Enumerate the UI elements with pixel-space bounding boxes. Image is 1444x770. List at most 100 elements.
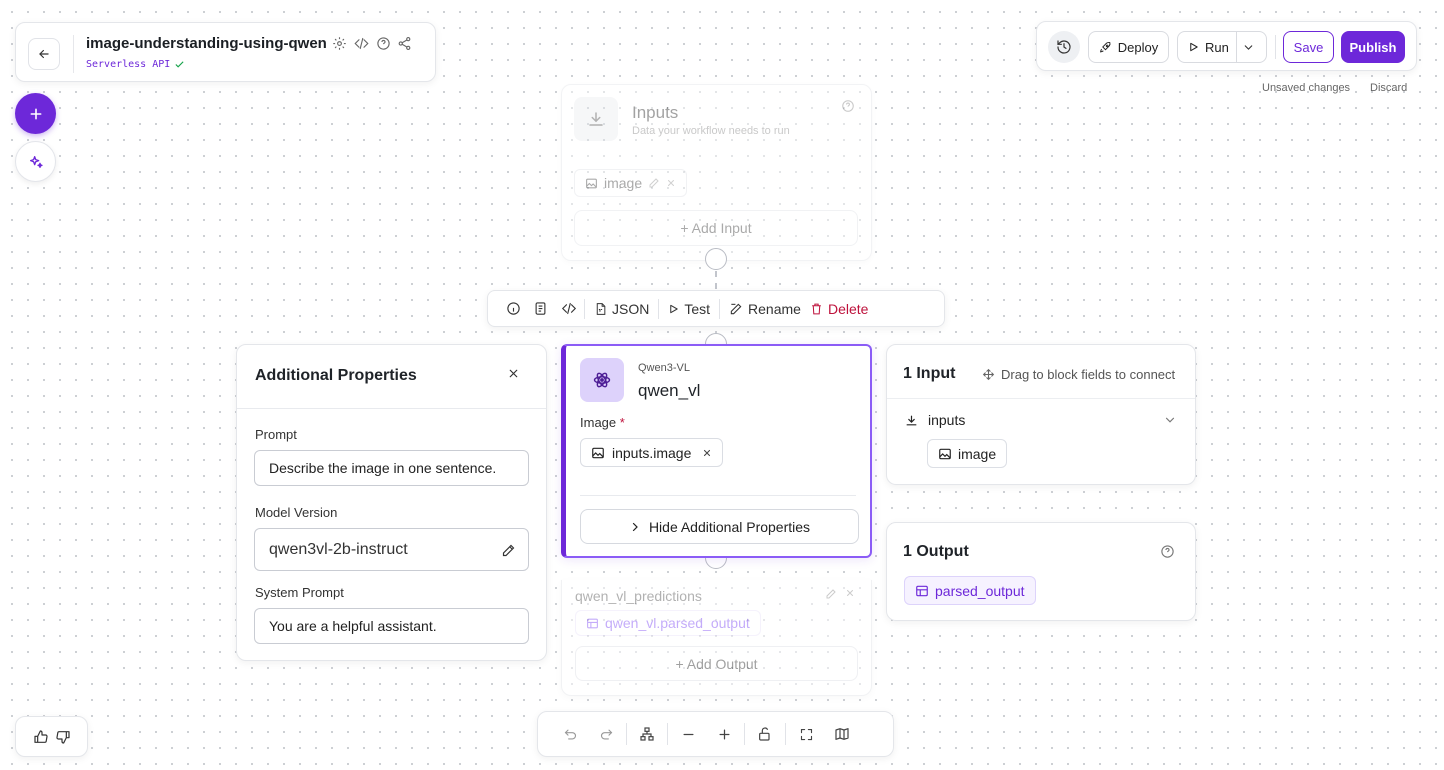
collapse-inputs-button[interactable] (1163, 413, 1177, 427)
run-button[interactable]: Run (1177, 31, 1267, 63)
add-output-button[interactable]: + Add Output (575, 646, 858, 681)
inputs-block[interactable]: Inputs Data your workflow needs to run i… (561, 84, 872, 261)
download-icon (589, 112, 603, 126)
block-code-button[interactable] (554, 301, 584, 316)
close-icon[interactable] (845, 588, 855, 598)
input-panel-hint: Drag to block fields to connect (982, 367, 1175, 382)
delete-label: Delete (827, 300, 869, 317)
image-field-label: Image * (580, 415, 625, 430)
share-icon (398, 37, 411, 50)
output-binding-label: qwen_vl.parsed_output (605, 615, 750, 631)
rocket-icon (1099, 41, 1111, 52)
thumbs-down-button[interactable] (55, 729, 71, 745)
share-button[interactable] (397, 36, 412, 51)
delete-button[interactable]: Delete (810, 301, 877, 317)
test-button[interactable]: Test (659, 301, 719, 317)
panel-header: Additional Properties (237, 345, 546, 409)
toggle-additional-properties-button[interactable]: Hide Additional Properties (580, 509, 859, 544)
run-options-button[interactable] (1242, 41, 1255, 54)
block-info-button[interactable] (500, 301, 527, 316)
prompt-input[interactable]: Describe the image in one sentence. (254, 450, 529, 486)
json-label: JSON (612, 300, 650, 317)
add-block-button[interactable] (15, 93, 56, 134)
inputs-group-header[interactable]: inputs (905, 412, 965, 428)
inputs-output-port[interactable] (705, 248, 727, 270)
map-icon (835, 728, 849, 740)
play-icon (670, 304, 679, 313)
fullscreen-icon (800, 728, 812, 740)
deploy-button[interactable]: Deploy (1088, 31, 1169, 63)
prompt-label: Prompt (255, 427, 297, 442)
block-docs-button[interactable] (527, 301, 554, 316)
edit-icon[interactable] (648, 177, 660, 189)
image-icon (586, 178, 597, 188)
fit-view-button[interactable] (788, 727, 824, 742)
lock-button[interactable] (747, 726, 783, 742)
code-icon (354, 37, 369, 50)
image-label-text: Image (580, 415, 617, 430)
input-panel-title: 1 Input (903, 365, 956, 382)
zoom-in-button[interactable] (706, 727, 742, 742)
additional-properties-panel: Additional Properties Prompt Describe th… (236, 344, 547, 661)
controls-separator (744, 723, 745, 745)
inputs-block-icon (574, 97, 618, 141)
publish-button[interactable]: Publish (1341, 31, 1405, 63)
required-marker: * (619, 415, 625, 430)
system-prompt-input[interactable]: You are a helpful assistant. (254, 608, 529, 644)
output-actions (825, 588, 855, 600)
json-button[interactable]: JSON (585, 301, 658, 317)
ai-assistant-button[interactable] (15, 141, 56, 182)
undo-button[interactable] (552, 727, 588, 742)
qwen-vl-block[interactable]: Qwen3-VL qwen_vl Image * inputs.image Hi… (561, 344, 872, 558)
discard-link[interactable]: Discard (1370, 82, 1407, 94)
deployment-type: Serverless API (86, 59, 171, 70)
auto-layout-button[interactable] (629, 726, 665, 742)
file-json-icon (596, 302, 606, 315)
help-button[interactable] (376, 36, 391, 51)
save-button[interactable]: Save (1283, 31, 1334, 63)
close-icon[interactable] (702, 448, 712, 458)
code-button[interactable] (353, 36, 370, 51)
download-icon (906, 415, 917, 425)
help-icon (377, 37, 390, 50)
pencil-icon[interactable] (501, 543, 516, 558)
close-icon[interactable] (666, 178, 676, 188)
redo-icon (600, 729, 612, 739)
model-version-label: Model Version (255, 505, 338, 520)
block-model-name: Qwen3-VL (638, 362, 690, 374)
redo-button[interactable] (588, 727, 624, 742)
model-version-field[interactable]: qwen3vl-2b-instruct (254, 528, 529, 571)
top-toolbar: Deploy Run Save Publish (1036, 21, 1417, 71)
input-chip-image[interactable]: image (574, 169, 688, 197)
output-name: qwen_vl_predictions (575, 588, 702, 604)
image-binding-chip[interactable]: inputs.image (580, 438, 724, 467)
controls-separator (785, 723, 786, 745)
output-help-button[interactable] (1160, 544, 1175, 559)
toolbar-divider (1275, 35, 1276, 59)
edit-icon[interactable] (825, 588, 837, 600)
image-icon (592, 447, 604, 458)
hierarchy-icon (640, 727, 654, 741)
rename-button[interactable]: Rename (720, 301, 810, 317)
move-icon (982, 368, 995, 381)
panel-title: Additional Properties (255, 367, 417, 384)
output-binding-chip[interactable]: qwen_vl.parsed_output (575, 610, 761, 636)
draggable-input-chip[interactable]: image (927, 439, 1008, 468)
help-icon (842, 100, 854, 112)
workflow-subtitle: Serverless API (86, 59, 185, 70)
thumbs-up-button[interactable] (33, 729, 49, 745)
zoom-out-button[interactable] (670, 727, 706, 742)
outputs-block[interactable]: qwen_vl_predictions qwen_vl.parsed_outpu… (561, 580, 872, 696)
back-button[interactable] (28, 38, 60, 70)
deploy-label: Deploy (1117, 39, 1159, 55)
history-button[interactable] (1048, 31, 1080, 63)
image-icon (939, 448, 951, 459)
inputs-help-button[interactable] (841, 99, 855, 113)
add-input-button[interactable]: + Add Input (574, 210, 858, 246)
model-version-value: qwen3vl-2b-instruct (269, 540, 408, 558)
workflow-title: image-understanding-using-qwen (86, 35, 327, 52)
settings-button[interactable] (332, 36, 347, 51)
minimap-button[interactable] (824, 726, 860, 742)
close-panel-button[interactable] (507, 367, 520, 380)
draggable-output-chip[interactable]: parsed_output (904, 576, 1036, 605)
